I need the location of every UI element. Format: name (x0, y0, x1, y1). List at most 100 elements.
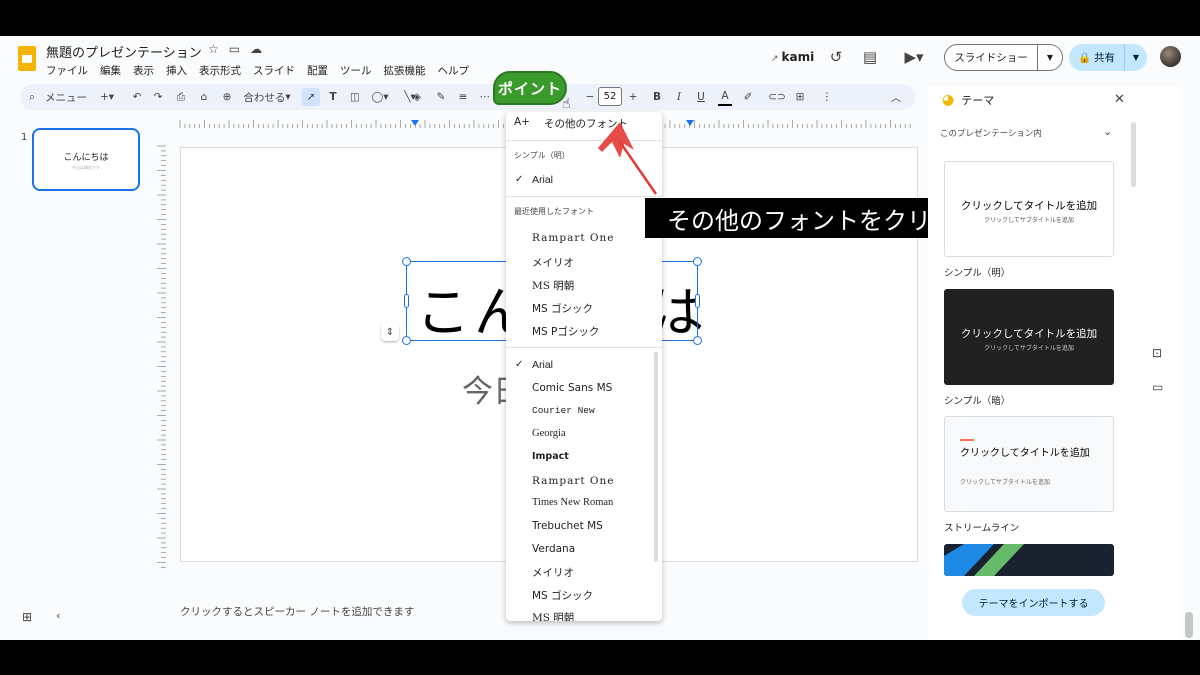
font-item[interactable]: Georgia (532, 428, 566, 439)
menu-format[interactable]: 表示形式 (199, 63, 241, 78)
text-color-icon[interactable]: A (718, 88, 732, 106)
collapse-toolbar-icon[interactable]: ︿ (890, 88, 902, 106)
menu-slide[interactable]: スライド (253, 63, 295, 78)
slideshow-button[interactable]: スライドショー ▼ (944, 44, 1063, 71)
check-icon: ✓ (515, 359, 524, 370)
share-button[interactable]: 🔒 共有 ▼ (1069, 44, 1147, 71)
resize-handle[interactable] (402, 336, 411, 345)
font-item-recent[interactable]: Rampart One (532, 232, 615, 244)
font-item[interactable]: Trebuchet MS (532, 520, 603, 532)
move-folder-icon[interactable]: ▭ (229, 42, 240, 56)
font-item[interactable]: Verdana (532, 543, 575, 555)
theme-card-focus[interactable] (944, 544, 1114, 576)
border-weight-icon[interactable]: ≡ (456, 88, 470, 106)
fill-color-icon[interactable]: ◈ (410, 88, 424, 106)
bold-icon[interactable]: B (651, 88, 663, 106)
theme-label: ストリームライン (944, 523, 1020, 534)
kami-extension-button[interactable]: ↗ kami (771, 50, 814, 64)
resize-handle[interactable] (693, 336, 702, 345)
font-item[interactable]: Times New Roman (532, 497, 613, 508)
font-item[interactable]: Comic Sans MS (532, 382, 612, 394)
zoom-icon[interactable]: ⊕ (220, 88, 234, 106)
more-options-icon[interactable]: ⋮ (821, 88, 833, 106)
move-handle-icon[interactable]: ⇕ (381, 323, 399, 341)
select-cursor-icon[interactable]: ➚ (302, 88, 320, 106)
resize-handle[interactable] (402, 257, 411, 266)
chevron-down-icon[interactable]: ⌄ (1103, 125, 1112, 138)
resize-handle[interactable] (695, 294, 700, 308)
menu-search-label[interactable]: メニュー (44, 88, 88, 106)
document-title[interactable]: 無題のプレゼンテーション (46, 42, 202, 61)
menu-edit[interactable]: 編集 (100, 63, 121, 78)
underline-icon[interactable]: U (695, 88, 707, 106)
keep-icon[interactable]: ⊡ (1152, 346, 1162, 360)
menu-tools[interactable]: ツール (340, 63, 372, 78)
font-item[interactable]: メイリオ (532, 565, 574, 580)
resize-handle[interactable] (404, 294, 409, 308)
italic-icon[interactable]: I (673, 88, 685, 106)
import-theme-button[interactable]: テーマをインポートする (962, 589, 1105, 616)
chevron-down-icon[interactable]: ▼ (1038, 45, 1062, 70)
close-icon[interactable]: ✕ (1114, 92, 1125, 107)
undo-icon[interactable]: ↶ (130, 88, 144, 106)
border-dash-icon[interactable]: ⋯ (478, 88, 492, 106)
link-icon[interactable]: ⊂⊃ (768, 88, 786, 106)
theme-card-simple-dark[interactable]: クリックしてタイトルを追加 クリックしてサブタイトルを追加 (944, 289, 1114, 385)
font-item[interactable]: Impact (532, 451, 569, 462)
font-item-arial-theme[interactable]: Arial (532, 174, 553, 186)
ruler-vertical[interactable] (155, 142, 167, 572)
menu-help[interactable]: ヘルプ (438, 63, 470, 78)
font-item[interactable]: MS ゴシック (532, 588, 593, 603)
print-icon[interactable]: ⎙ (174, 88, 188, 106)
collapse-filmstrip-icon[interactable]: ‹ (56, 609, 60, 622)
font-item[interactable]: Courier New (532, 405, 595, 416)
menu-insert[interactable]: 挿入 (166, 63, 187, 78)
border-color-icon[interactable]: ✎ (434, 88, 448, 106)
theme-panel-scrollbar[interactable] (1131, 122, 1136, 187)
increase-font-size-icon[interactable]: + (627, 88, 639, 106)
avatar[interactable] (1160, 46, 1181, 67)
slides-logo-icon[interactable] (18, 46, 36, 71)
page-scrollbar[interactable] (1185, 612, 1193, 638)
decrease-font-size-icon[interactable]: − (584, 88, 596, 106)
grid-view-icon[interactable]: ⊞ (22, 610, 32, 624)
menu-extensions[interactable]: 拡張機能 (384, 63, 426, 78)
slideshow-label[interactable]: スライドショー (945, 45, 1038, 70)
comments-icon[interactable]: ▤ (860, 47, 880, 67)
menu-file[interactable]: ファイル (46, 63, 88, 78)
cloud-status-icon[interactable]: ☁ (250, 42, 262, 56)
font-item-recent[interactable]: MS ゴシック (532, 301, 593, 316)
font-item-recent[interactable]: MS Pゴシック (532, 324, 599, 339)
speaker-notes-placeholder[interactable]: クリックするとスピーカー ノートを追加できます (180, 604, 414, 619)
font-size-input[interactable]: 52 (598, 87, 622, 106)
font-item[interactable]: Rampart One (532, 475, 615, 487)
chevron-down-icon[interactable]: ▼ (1125, 44, 1147, 71)
resize-handle[interactable] (693, 257, 702, 266)
folder-icon[interactable]: ▭ (1152, 380, 1163, 394)
theme-card-title: クリックしてタイトルを追加 (960, 328, 1098, 340)
theme-source-label[interactable]: このプレゼンテーション内 (940, 127, 1042, 139)
new-slide-icon[interactable]: +▾ (95, 88, 119, 106)
font-item[interactable]: Arial (532, 359, 553, 371)
menu-arrange[interactable]: 配置 (307, 63, 328, 78)
image-icon[interactable]: ◫ (348, 88, 362, 106)
star-icon[interactable]: ☆ (208, 42, 219, 56)
theme-card-simple-light[interactable]: クリックしてタイトルを追加 クリックしてサブタイトルを追加 (944, 161, 1114, 257)
menu-view[interactable]: 表示 (133, 63, 154, 78)
paint-format-icon[interactable]: ⌂ (197, 88, 211, 106)
meet-camera-icon[interactable]: ▶▾ (898, 47, 930, 67)
shape-icon[interactable]: ◯▾ (368, 88, 392, 106)
redo-icon[interactable]: ↷ (151, 88, 165, 106)
dropdown-scrollbar[interactable] (654, 352, 658, 562)
theme-card-streamline[interactable]: クリックしてタイトルを追加 クリックしてサブタイトルを追加 (944, 416, 1114, 512)
slide-thumbnail[interactable]: こんにちは 今日は晴れです (32, 128, 140, 191)
search-icon[interactable]: ⌕ (26, 88, 38, 106)
highlight-icon[interactable]: ✐ (741, 88, 755, 106)
history-icon[interactable]: ↺ (826, 47, 846, 67)
add-comment-icon[interactable]: ⊞ (793, 88, 807, 106)
font-item-recent[interactable]: MS 明朝 (532, 278, 574, 293)
font-item[interactable]: MS 明朝 (532, 610, 574, 621)
zoom-fit-dropdown[interactable]: 合わせる ▾ (242, 88, 292, 106)
font-item-recent[interactable]: メイリオ (532, 255, 574, 270)
text-box-icon[interactable]: T (326, 88, 340, 106)
